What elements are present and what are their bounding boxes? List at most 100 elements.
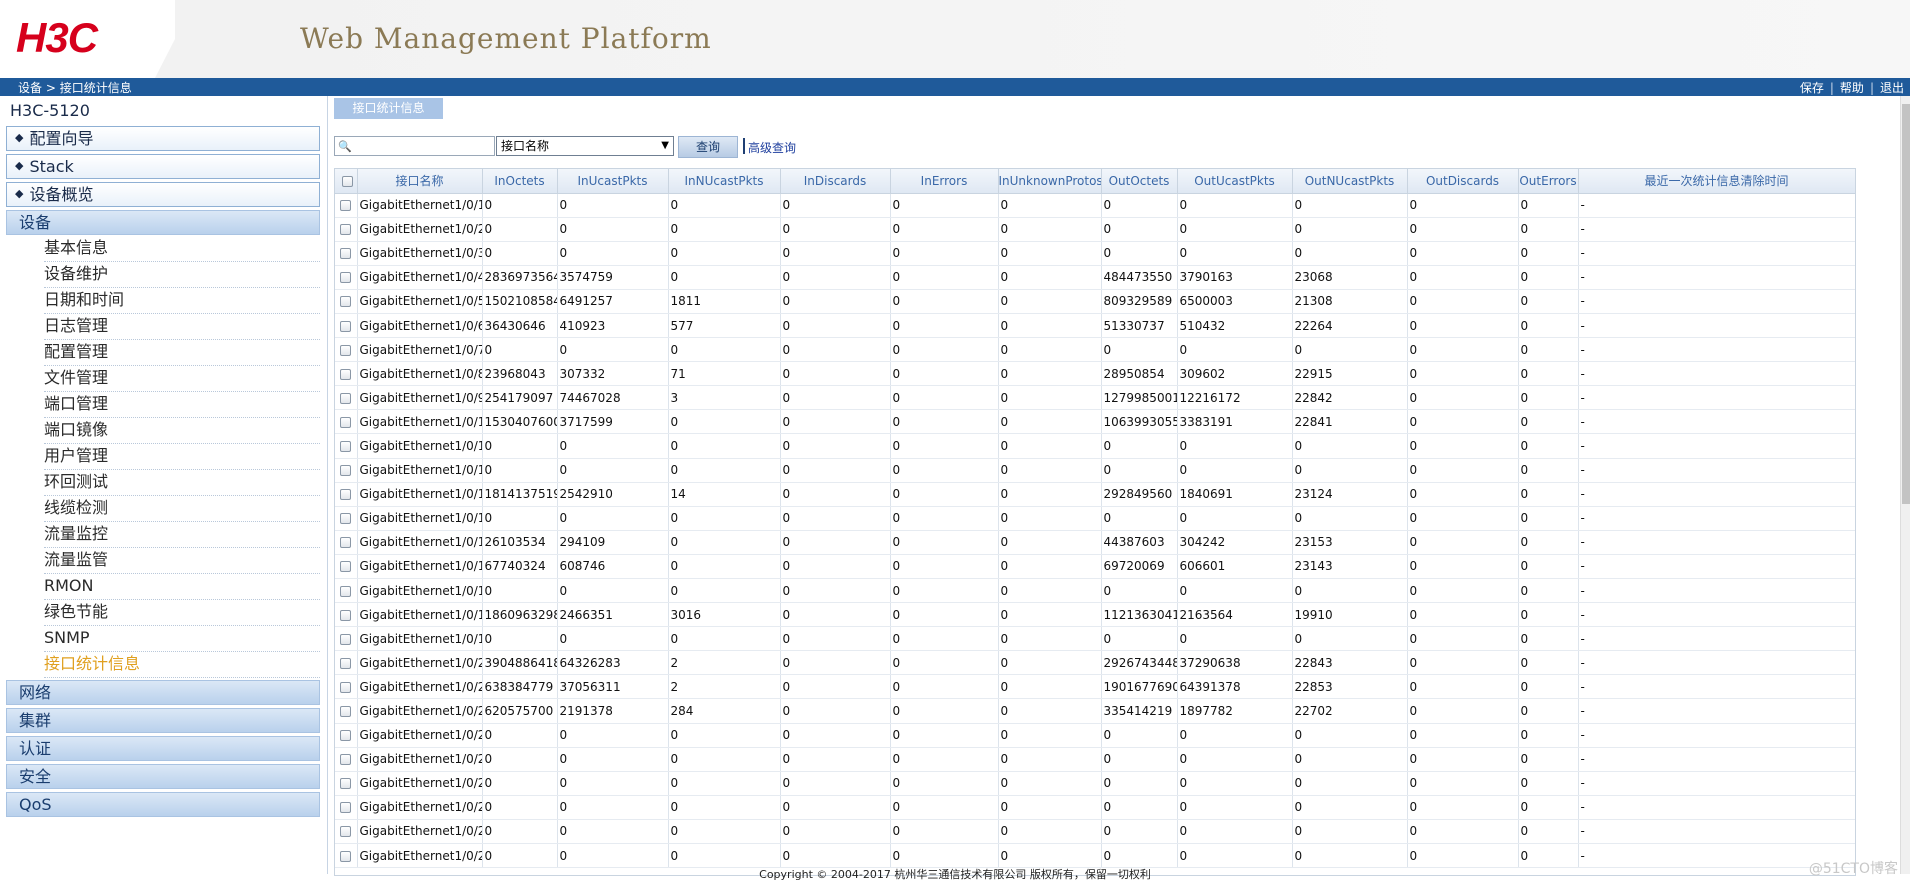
sidebar-category-cluster[interactable]: 集群 — [6, 708, 320, 733]
table-row[interactable]: GigabitEthernet1/0/5 1502108584 6491257 181… — [335, 289, 1855, 314]
row-checkbox[interactable] — [335, 313, 358, 339]
table-row[interactable]: GigabitEthernet1/0/15 26103534 294109 0 0 0 0 4… — [335, 530, 1855, 555]
table-row[interactable]: GigabitEthernet1/0/16 67740324 608746 0 0 0 0 6… — [335, 554, 1855, 580]
sidebar-item-log-management[interactable]: 日志管理 — [44, 314, 320, 340]
table-row[interactable]: GigabitEthernet1/0/17 0 0 0 0 0 0 0 0 0 0 0- — [335, 578, 1855, 604]
table-row[interactable]: GigabitEthernet1/0/7 0 0 0 0 0 0 0 0 0 0 0- — [335, 337, 1855, 363]
row-checkbox[interactable] — [335, 409, 358, 435]
column-header[interactable]: OutDiscards — [1407, 169, 1519, 194]
table-row[interactable]: GigabitEthernet1/0/13 1814137519 2542910 14… — [335, 482, 1855, 507]
table-row[interactable]: GigabitEthernet1/0/19 0 0 0 0 0 0 0 0 0 0 0- — [335, 626, 1855, 652]
row-checkbox[interactable] — [335, 482, 358, 507]
scrollbar-thumb[interactable] — [1902, 104, 1910, 504]
row-checkbox[interactable] — [335, 361, 358, 387]
sidebar-item-basic-info[interactable]: 基本信息 — [44, 236, 320, 262]
sidebar-item-traffic-policing[interactable]: 流量监管 — [44, 548, 320, 574]
row-checkbox[interactable] — [335, 337, 358, 363]
row-checkbox[interactable] — [335, 217, 358, 242]
row-checkbox[interactable] — [335, 723, 358, 748]
table-row[interactable]: GigabitEthernet1/0/26 0 0 0 0 0 0 0 0 0 0 0- — [335, 795, 1855, 820]
row-checkbox[interactable] — [335, 626, 358, 652]
column-header[interactable]: OutUcastPkts — [1177, 169, 1293, 194]
tab-interface-statistics[interactable]: 接口统计信息 — [334, 98, 443, 119]
sidebar-item-file-management[interactable]: 文件管理 — [44, 366, 320, 392]
select-all-checkbox[interactable] — [335, 169, 358, 194]
table-row[interactable]: GigabitEthernet1/0/8 23968043 307332 71 0 0 0 2… — [335, 361, 1855, 387]
table-row[interactable]: GigabitEthernet1/0/9 254179097 74467028 3 0 0… — [335, 385, 1855, 411]
breadcrumb-item-device[interactable]: 设备 — [18, 81, 42, 95]
help-link[interactable]: 帮助 — [1834, 81, 1870, 95]
column-header[interactable]: 最近一次统计信息清除时间 — [1578, 169, 1855, 194]
sidebar-item-interface-statistics[interactable]: 接口统计信息 — [44, 652, 320, 678]
row-checkbox[interactable] — [335, 650, 358, 676]
table-row[interactable]: GigabitEthernet1/0/24 0 0 0 0 0 0 0 0 0 0 0- — [335, 747, 1855, 772]
sidebar-item-config-management[interactable]: 配置管理 — [44, 340, 320, 366]
table-row[interactable]: GigabitEthernet1/0/11 0 0 0 0 0 0 0 0 0 0 0- — [335, 433, 1855, 459]
sidebar-item-snmp[interactable]: SNMP — [44, 626, 320, 652]
row-checkbox[interactable] — [335, 674, 358, 700]
row-checkbox[interactable] — [335, 385, 358, 411]
sidebar-item-config-wizard[interactable]: ◆ 配置向导 — [6, 126, 320, 151]
sidebar-item-traffic-monitor[interactable]: 流量监控 — [44, 522, 320, 548]
column-header[interactable]: InUnknownProtos — [998, 169, 1102, 194]
sidebar-item-port-mirroring[interactable]: 端口镜像 — [44, 418, 320, 444]
column-header[interactable]: OutOctets — [1101, 169, 1178, 194]
logout-link[interactable]: 退出 — [1874, 81, 1910, 95]
column-header[interactable]: 接口名称 — [357, 169, 483, 194]
search-field-select[interactable]: 接口名称 ▼ — [496, 136, 674, 156]
table-row[interactable]: GigabitEthernet1/0/25 0 0 0 0 0 0 0 0 0 0 0- — [335, 771, 1855, 796]
column-header[interactable]: OutNUcastPkts — [1292, 169, 1408, 194]
sidebar-item-date-time[interactable]: 日期和时间 — [44, 288, 320, 314]
table-row[interactable]: GigabitEthernet1/0/10 1530407600 3717599 0 0… — [335, 409, 1855, 435]
row-checkbox[interactable] — [335, 698, 358, 724]
row-checkbox[interactable] — [335, 843, 358, 869]
sidebar-category-security[interactable]: 安全 — [6, 764, 320, 789]
table-row[interactable]: GigabitEthernet1/0/12 0 0 0 0 0 0 0 0 0 0 0- — [335, 458, 1855, 483]
row-checkbox[interactable] — [335, 506, 358, 531]
row-checkbox[interactable] — [335, 747, 358, 772]
column-header[interactable]: OutErrors — [1518, 169, 1579, 194]
save-link[interactable]: 保存 — [1794, 81, 1830, 95]
table-row[interactable]: GigabitEthernet1/0/21 638384779 37056311 2 0… — [335, 674, 1855, 700]
table-row[interactable]: GigabitEthernet1/0/23 0 0 0 0 0 0 0 0 0 0 0- — [335, 723, 1855, 748]
row-checkbox[interactable] — [335, 241, 358, 266]
table-row[interactable]: GigabitEthernet1/0/14 0 0 0 0 0 0 0 0 0 0 0- — [335, 506, 1855, 531]
table-row[interactable]: GigabitEthernet1/0/18 1860963298 2466351 30… — [335, 602, 1855, 628]
table-row[interactable]: GigabitEthernet1/0/4 2836973564 3574759 0 0 0… — [335, 265, 1855, 290]
sidebar-item-cable-test[interactable]: 线缆检测 — [44, 496, 320, 522]
query-button[interactable]: 查询 — [678, 136, 738, 158]
sidebar-item-loopback-test[interactable]: 环回测试 — [44, 470, 320, 496]
row-checkbox[interactable] — [335, 265, 358, 290]
row-checkbox[interactable] — [335, 458, 358, 483]
table-row[interactable]: GigabitEthernet1/0/2 0 0 0 0 0 0 0 0 0 0 0- — [335, 217, 1855, 242]
sidebar-item-user-management[interactable]: 用户管理 — [44, 444, 320, 470]
sidebar-item-device-maintenance[interactable]: 设备维护 — [44, 262, 320, 288]
table-row[interactable]: GigabitEthernet1/0/3 0 0 0 0 0 0 0 0 0 0 0- — [335, 241, 1855, 266]
search-input[interactable] — [334, 136, 495, 156]
column-header[interactable]: InUcastPkts — [557, 169, 669, 194]
sidebar-category-network[interactable]: 网络 — [6, 680, 320, 705]
table-row[interactable]: GigabitEthernet1/0/1 0 0 0 0 0 0 0 0 0 0 0- — [335, 193, 1855, 218]
vertical-scrollbar[interactable] — [1900, 96, 1910, 874]
sidebar-category-authentication[interactable]: 认证 — [6, 736, 320, 761]
row-checkbox[interactable] — [335, 289, 358, 314]
row-checkbox[interactable] — [335, 771, 358, 796]
sidebar-item-rmon[interactable]: RMON — [44, 574, 320, 600]
sidebar-category-qos[interactable]: QoS — [6, 792, 320, 817]
column-header[interactable]: InNUcastPkts — [668, 169, 781, 194]
table-row[interactable]: GigabitEthernet1/0/22 620575700 2191378 284… — [335, 698, 1855, 724]
sidebar-item-green-energy[interactable]: 绿色节能 — [44, 600, 320, 626]
row-checkbox[interactable] — [335, 602, 358, 628]
sidebar-item-device-overview[interactable]: ◆ 设备概览 — [6, 182, 320, 207]
row-checkbox[interactable] — [335, 795, 358, 820]
row-checkbox[interactable] — [335, 819, 358, 845]
row-checkbox[interactable] — [335, 554, 358, 580]
table-row[interactable]: GigabitEthernet1/0/20 3904886418 64326283 2… — [335, 650, 1855, 676]
column-header[interactable]: InOctets — [482, 169, 558, 194]
row-checkbox[interactable] — [335, 530, 358, 555]
column-header[interactable]: InErrors — [890, 169, 999, 194]
row-checkbox[interactable] — [335, 578, 358, 604]
sidebar-category-device[interactable]: 设备 — [6, 210, 320, 235]
row-checkbox[interactable] — [335, 433, 358, 459]
sidebar-item-stack[interactable]: ◆ Stack — [6, 154, 320, 179]
